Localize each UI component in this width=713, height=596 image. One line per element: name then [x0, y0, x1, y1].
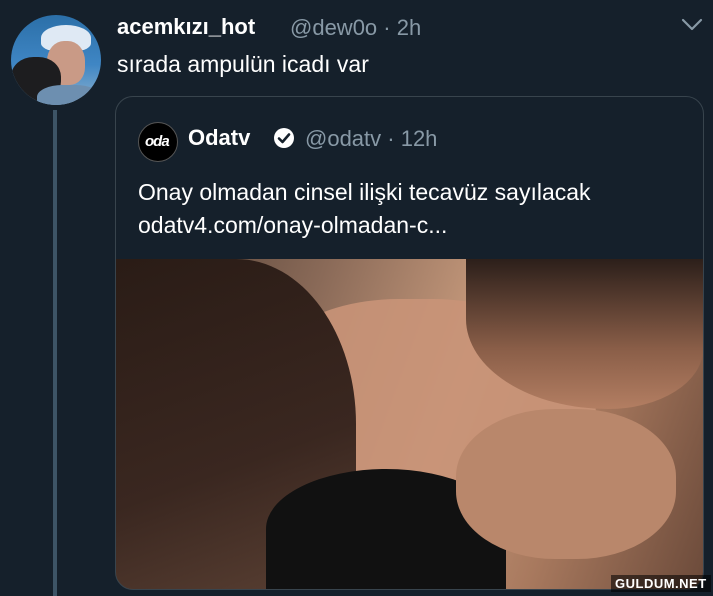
quoted-link[interactable]: odatv4.com/onay-olmadan-c...	[138, 209, 591, 242]
chevron-down-icon[interactable]	[681, 18, 703, 32]
handle-and-time[interactable]: @dew0o · 2h	[290, 15, 421, 41]
quoted-avatar[interactable]: oda	[138, 122, 178, 162]
quoted-media-image[interactable]	[116, 259, 703, 589]
image-hand	[456, 409, 676, 559]
display-name[interactable]: acemkızı_hot	[117, 14, 255, 40]
watermark: GULDUM.NET	[611, 575, 711, 592]
tweet-text: sırada ampulün icadı var	[117, 51, 369, 77]
quoted-text: Onay olmadan cinsel ilişki tecavüz sayıl…	[138, 176, 591, 242]
user-avatar[interactable]	[11, 15, 101, 105]
quoted-text-line: Onay olmadan cinsel ilişki tecavüz sayıl…	[138, 179, 591, 205]
avatar-shirt	[37, 85, 101, 105]
quoted-handle-and-time[interactable]: @odatv · 12h	[305, 126, 437, 152]
quoted-display-name[interactable]: Odatv	[188, 125, 250, 151]
quoted-tweet-card[interactable]: oda Odatv @odatv · 12h Onay olmadan cins…	[115, 96, 704, 590]
quoted-avatar-logo: oda	[145, 133, 170, 150]
verified-badge-icon	[274, 128, 294, 148]
thread-line	[53, 110, 57, 596]
